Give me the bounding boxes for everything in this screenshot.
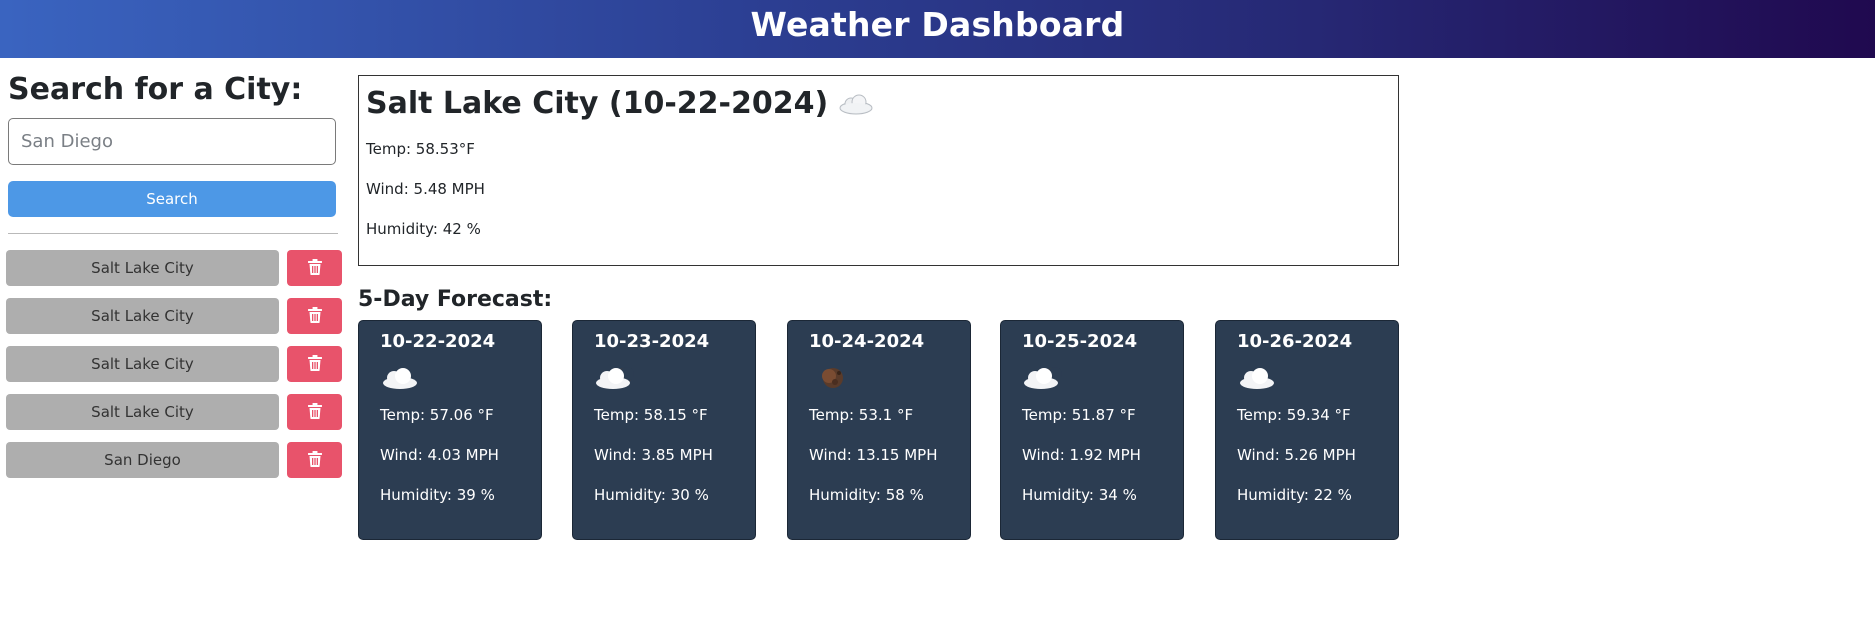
forecast-temp: Temp: 57.06 °F: [380, 406, 494, 424]
city-search-input[interactable]: [8, 118, 336, 165]
search-button[interactable]: Search: [8, 181, 336, 217]
current-weather-title: Salt Lake City (10-22-2024): [366, 84, 1391, 124]
forecast-date: 10-24-2024: [809, 331, 925, 352]
forecast-humidity: Humidity: 30 %: [594, 486, 709, 504]
current-temp: Temp: 58.53°F: [366, 140, 475, 158]
delete-history-button[interactable]: [287, 442, 342, 478]
forecast-temp: Temp: 51.87 °F: [1022, 406, 1136, 424]
forecast-wind: Wind: 4.03 MPH: [380, 446, 499, 464]
current-city-date: Salt Lake City (10-22-2024): [366, 86, 829, 121]
delete-history-button[interactable]: [287, 346, 342, 382]
delete-history-button[interactable]: [287, 298, 342, 334]
forecast-temp: Temp: 53.1 °F: [809, 406, 914, 424]
forecast-wind: Wind: 3.85 MPH: [594, 446, 713, 464]
delete-history-button[interactable]: [287, 394, 342, 430]
cloud-icon: [838, 93, 874, 115]
history-item: Salt Lake City: [6, 346, 343, 382]
current-weather-panel: Salt Lake City (10-22-2024) Temp: 58.53°…: [358, 75, 1399, 266]
forecast-wind: Wind: 13.15 MPH: [809, 446, 938, 464]
forecast-wind: Wind: 5.26 MPH: [1237, 446, 1356, 464]
forecast-date: 10-22-2024: [380, 331, 496, 352]
history-item: Salt Lake City: [6, 394, 343, 430]
trash-icon: [307, 354, 322, 374]
forecast-humidity: Humidity: 58 %: [809, 486, 924, 504]
trash-icon: [307, 402, 322, 422]
forecast-card: 10-25-2024 Temp: 51.87 °F Wind: 1.92 MPH…: [1000, 320, 1184, 540]
forecast-date: 10-25-2024: [1022, 331, 1138, 352]
page-title: Weather Dashboard: [750, 4, 1125, 44]
cloud-icon: [1237, 361, 1377, 395]
forecast-date: 10-23-2024: [594, 331, 710, 352]
current-wind: Wind: 5.48 MPH: [366, 180, 485, 198]
forecast-humidity: Humidity: 39 %: [380, 486, 495, 504]
trash-icon: [307, 306, 322, 326]
history-item: Salt Lake City: [6, 298, 343, 334]
cloud-icon: [380, 361, 520, 395]
current-humidity: Humidity: 42 %: [366, 220, 481, 238]
history-city-button[interactable]: San Diego: [6, 442, 279, 478]
forecast-humidity: Humidity: 34 %: [1022, 486, 1137, 504]
history-city-button[interactable]: Salt Lake City: [6, 298, 279, 334]
forecast-heading: 5-Day Forecast:: [358, 287, 553, 312]
history-city-button[interactable]: Salt Lake City: [6, 346, 279, 382]
forecast-humidity: Humidity: 22 %: [1237, 486, 1352, 504]
search-heading: Search for a City:: [8, 72, 303, 107]
forecast-card: 10-24-2024 Temp: 53.1 °F Wind: 13.15 MPH…: [787, 320, 971, 540]
trash-icon: [307, 258, 322, 278]
cloud-night-icon: [1022, 361, 1162, 395]
history-item: Salt Lake City: [6, 250, 343, 286]
history-city-button[interactable]: Salt Lake City: [6, 394, 279, 430]
trash-icon: [307, 450, 322, 470]
search-sidebar: Search for a City: Search Salt Lake City…: [6, 70, 343, 490]
forecast-card: 10-23-2024 Temp: 58.15 °F Wind: 3.85 MPH…: [572, 320, 756, 540]
search-history-list: Salt Lake City Salt Lake City Salt Lake …: [6, 250, 343, 478]
forecast-temp: Temp: 59.34 °F: [1237, 406, 1351, 424]
delete-history-button[interactable]: [287, 250, 342, 286]
history-city-button[interactable]: Salt Lake City: [6, 250, 279, 286]
divider: [8, 233, 338, 234]
forecast-card: 10-26-2024 Temp: 59.34 °F Wind: 5.26 MPH…: [1215, 320, 1399, 540]
forecast-card: 10-22-2024 Temp: 57.06 °F Wind: 4.03 MPH…: [358, 320, 542, 540]
cloud-night-icon: [594, 361, 734, 395]
forecast-wind: Wind: 1.92 MPH: [1022, 446, 1141, 464]
forecast-date: 10-26-2024: [1237, 331, 1353, 352]
app-header: Weather Dashboard: [0, 0, 1875, 58]
moon-icon: [809, 361, 949, 395]
history-item: San Diego: [6, 442, 343, 478]
forecast-temp: Temp: 58.15 °F: [594, 406, 708, 424]
